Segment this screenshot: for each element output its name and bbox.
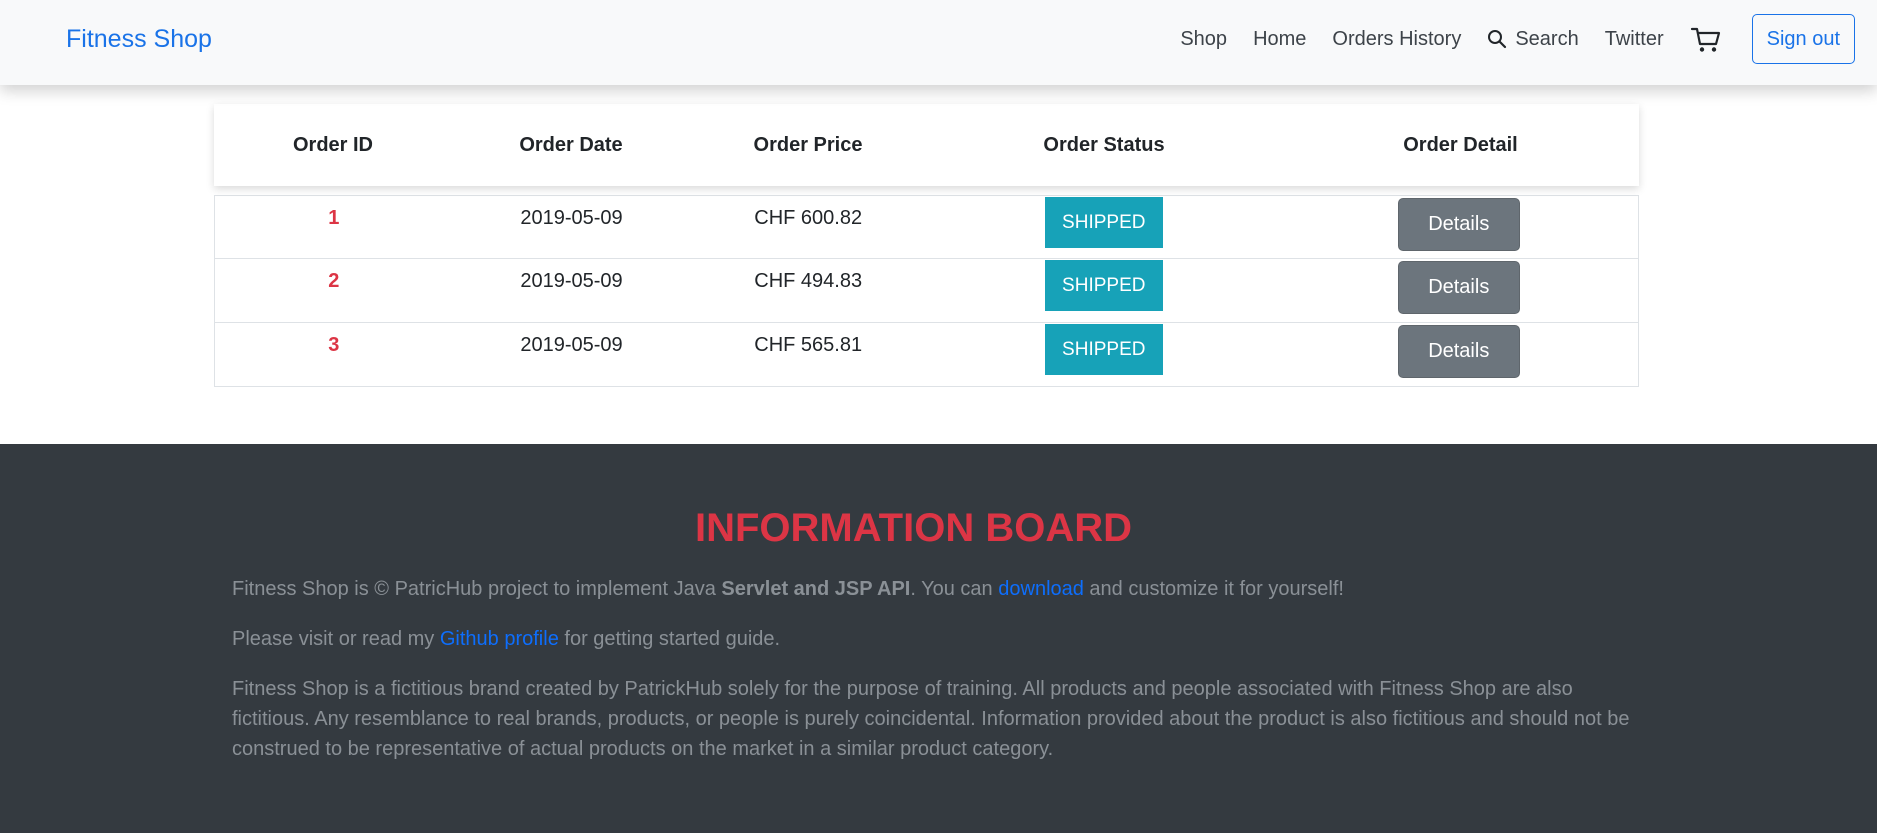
footer-paragraph-2: Please visit or read my Github profile f… [232,624,1632,654]
status-badge: SHIPPED [1044,260,1163,311]
nav-shop[interactable]: Shop [1180,28,1227,51]
details-button[interactable]: Details [1397,198,1520,251]
details-button[interactable]: Details [1397,325,1520,378]
github-profile-link[interactable]: Github profile [440,628,559,650]
search-icon [1488,30,1507,49]
table-row: 2 2019-05-09 CHF 494.83 SHIPPED Details [214,259,1639,323]
table-header: Order ID Order Date Order Price Order St… [214,104,1639,186]
table-row: 3 2019-05-09 CHF 565.81 SHIPPED Details [214,323,1639,387]
order-date: 2019-05-09 [520,207,623,229]
header-order-status: Order Status [1043,133,1165,156]
information-board-title: INFORMATION BOARD [695,506,1132,550]
nav-search-label: Search [1515,27,1579,50]
sign-out-button[interactable]: Sign out [1751,14,1855,64]
nav-twitter[interactable]: Twitter [1605,28,1664,51]
cart-icon[interactable] [1690,23,1722,55]
order-price: CHF 565.81 [754,334,863,356]
nav-home[interactable]: Home [1253,28,1306,51]
nav-orders-history[interactable]: Orders History [1332,28,1461,51]
table-row: 1 2019-05-09 CHF 600.82 SHIPPED Details [214,195,1639,259]
footer-text: Please visit or read my [232,628,440,650]
footer: INFORMATION BOARD Fitness Shop is © Patr… [0,444,1877,833]
order-id: 2 [328,270,340,292]
order-date: 2019-05-09 [520,334,623,356]
status-badge: SHIPPED [1044,324,1163,375]
details-button[interactable]: Details [1397,261,1520,314]
order-id: 3 [328,334,340,356]
nav-search[interactable]: Search [1487,27,1579,51]
status-badge: SHIPPED [1044,197,1163,248]
download-link[interactable]: download [998,578,1084,600]
footer-text: for getting started guide. [558,628,781,650]
order-price: CHF 600.82 [754,207,863,229]
orders-table: Order ID Order Date Order Price Order St… [214,104,1639,387]
header-order-id: Order ID [292,133,374,156]
footer-bold-text: Servlet and JSP API [721,578,911,600]
footer-paragraph-1: Fitness Shop is © PatricHub project to i… [232,574,1632,604]
brand-link[interactable]: Fitness Shop [66,25,212,54]
footer-paragraph-3: Fitness Shop is a fictitious brand creat… [232,678,1630,760]
header-order-detail: Order Detail [1403,133,1518,156]
order-price: CHF 494.83 [754,270,863,292]
header-order-date: Order Date [519,133,623,156]
header-order-price: Order Price [753,133,863,156]
footer-text: and customize it for yourself! [1083,578,1344,600]
order-date: 2019-05-09 [520,270,623,292]
nav-links: Shop Home Orders History Search Twitter … [1180,14,1855,64]
order-id: 1 [328,207,340,229]
footer-text: Fitness Shop is © PatricHub project to i… [232,578,722,600]
navbar: Fitness Shop Shop Home Orders History Se… [0,0,1877,85]
footer-text: . You can [910,578,999,600]
